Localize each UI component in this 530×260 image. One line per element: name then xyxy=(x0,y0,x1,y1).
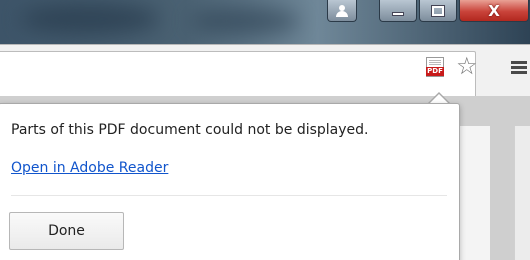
open-in-adobe-reader-link[interactable]: Open in Adobe Reader xyxy=(11,160,168,176)
maximize-icon xyxy=(431,4,445,17)
pdf-document-icon[interactable]: PDF xyxy=(426,57,444,77)
maximize-button[interactable] xyxy=(419,0,457,22)
address-bar[interactable] xyxy=(0,51,476,97)
menu-icon-bar xyxy=(511,71,527,74)
window-titlebar: X xyxy=(0,0,530,44)
browser-toolbar: PDF ☆ xyxy=(0,44,530,97)
scrollbar[interactable] xyxy=(514,126,530,260)
user-button[interactable] xyxy=(327,0,357,22)
pdf-warning-bubble: Parts of this PDF document could not be … xyxy=(0,103,460,260)
bubble-divider xyxy=(11,195,447,196)
menu-icon-bar xyxy=(511,61,527,64)
minimize-icon xyxy=(392,11,404,16)
user-icon xyxy=(335,4,349,17)
close-icon: X xyxy=(488,1,500,20)
close-button[interactable]: X xyxy=(459,0,529,22)
done-button[interactable]: Done xyxy=(9,212,124,250)
titlebar-blur xyxy=(190,8,300,34)
menu-icon[interactable] xyxy=(511,61,527,75)
menu-icon-bar xyxy=(511,66,527,69)
minimize-button[interactable] xyxy=(379,0,417,22)
titlebar-blur xyxy=(20,4,160,34)
star-icon[interactable]: ☆ xyxy=(456,54,478,78)
pdf-badge: PDF xyxy=(426,67,444,76)
bubble-message: Parts of this PDF document could not be … xyxy=(11,122,369,138)
